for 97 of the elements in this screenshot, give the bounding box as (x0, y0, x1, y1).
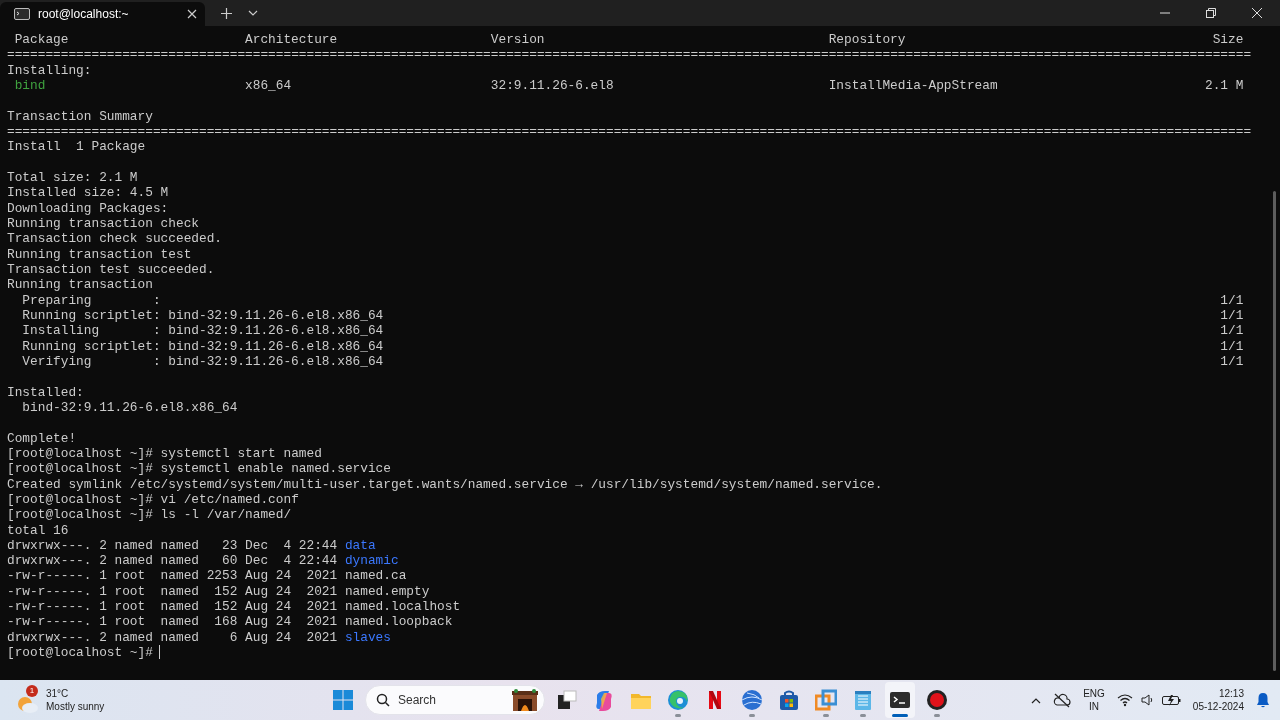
progress-step: Running scriptlet: bind-32:9.11.26-6.el8.x86_64 (22, 307, 384, 324)
terminal-tab[interactable]: root@localhost:~ (0, 2, 205, 26)
progress-count: 1/1 (1220, 353, 1244, 370)
column-header: Size (1212, 32, 1244, 48)
output-line: Downloading Packages: (7, 200, 169, 216)
output-line: Running transaction test (7, 246, 192, 262)
weather-widget[interactable]: 1 (16, 685, 40, 715)
output-line: bind-32:9.11.26-6.el8.x86_64 (21, 399, 238, 415)
task-view-icon (556, 689, 578, 711)
close-icon (187, 9, 197, 19)
output-line: Install 1 Package (7, 139, 146, 155)
record-icon (926, 689, 948, 711)
plus-icon (221, 7, 232, 19)
chevron-up-icon (1031, 696, 1042, 704)
table-cell: bind (14, 78, 46, 94)
progress-count: 1/1 (1220, 307, 1244, 324)
close-tab-button[interactable] (187, 9, 197, 19)
table-cell: x86_64 (245, 78, 292, 94)
output-line: Total size: 2.1 M (7, 169, 138, 185)
terminal-icon (889, 689, 911, 711)
battery-charging-icon (1161, 692, 1181, 708)
file-name: named.localhost (344, 599, 461, 615)
file-details: -rw-r-----. 1 root named 152 Aug 24 2021 (7, 583, 338, 599)
notification-badge: 1 (26, 685, 38, 697)
clock[interactable]: 12:13 05-12-2024 (1192, 687, 1244, 713)
globe-icon (741, 689, 763, 711)
directory-name: data (344, 537, 376, 553)
date-text: 05-12-2024 (1192, 700, 1244, 713)
file-details: -rw-r-----. 1 root named 2253 Aug 24 2021 (7, 568, 338, 584)
separator-line: ================================================================================================================================================================== (7, 123, 1252, 139)
output-line: Installed: (7, 384, 84, 400)
output-line: Created symlink /etc/systemd/system/multi-user.target.wants/named.service → /usr/lib/systemd/system/named.service. (7, 476, 883, 492)
search-field[interactable]: Search (365, 685, 545, 715)
progress-step: Verifying : bind-32:9.11.26-6.el8.x86_64 (22, 353, 384, 370)
command-line: [root@localhost ~]# (7, 645, 153, 661)
notepad-icon (852, 689, 874, 711)
fireplace-icon (512, 689, 538, 711)
output-line: Transaction test succeeded. (7, 261, 215, 277)
progress-count: 1/1 (1220, 323, 1244, 339)
terminal-icon (14, 7, 30, 21)
time-text: 12:13 (1217, 687, 1244, 700)
separator-line: ================================================================================================================================================================== (7, 47, 1252, 63)
file-name: named.empty (344, 583, 430, 599)
column-header: Version (490, 32, 545, 48)
command-line: [root@localhost ~]# vi /etc/named.conf (7, 491, 299, 507)
command-line: [root@localhost ~]# ls -l /var/named/ (7, 507, 292, 523)
output-line: Installed size: 4.5 M (7, 185, 169, 201)
command-line: [root@localhost ~]# systemctl enable named.service (7, 461, 391, 477)
progress-count: 1/1 (1220, 338, 1244, 354)
search-icon (376, 693, 390, 707)
chevron-down-icon (248, 9, 258, 17)
output-line: Running transaction (7, 277, 153, 293)
show-hidden-icons-button[interactable] (1031, 696, 1042, 704)
file-name: named.loopback (344, 614, 453, 630)
overlapping-squares-icon (815, 689, 837, 711)
progress-count: 1/1 (1220, 292, 1244, 308)
scrollbar[interactable] (1273, 191, 1276, 671)
file-details: drwxrwx---. 2 named named 60 Dec 4 22:44 (7, 553, 338, 569)
progress-step: Preparing : (22, 292, 161, 308)
progress-step: Running scriptlet: bind-32:9.11.26-6.el8.x86_64 (22, 338, 384, 354)
file-details: drwxrwx---. 2 named named 23 Dec 4 22:44 (7, 537, 338, 553)
directory-name: slaves (344, 629, 391, 645)
language-indicator[interactable]: ENG IN (1083, 687, 1105, 713)
file-details: -rw-r-----. 1 root named 152 Aug 24 2021 (7, 599, 338, 615)
system-tray-button[interactable] (1116, 692, 1181, 708)
table-cell: InstallMedia-AppStream (828, 78, 998, 94)
temperature: 31°C (46, 687, 70, 700)
wifi-icon (1116, 693, 1133, 707)
table-cell: 2.1 M (1204, 78, 1244, 94)
store-bag-icon (778, 689, 800, 711)
output-line: Transaction Summary (7, 108, 153, 124)
output-line: total 16 (7, 522, 69, 538)
column-header: Repository (828, 32, 906, 48)
output-line: Transaction check succeeded. (7, 231, 223, 247)
progress-step: Installing : bind-32:9.11.26-6.el8.x86_64 (22, 323, 384, 339)
swirl-app-icon (593, 689, 615, 711)
directory-name: dynamic (344, 553, 399, 569)
file-details: drwxrwx---. 2 named named 6 Aug 24 2021 (7, 629, 338, 645)
bell-icon[interactable] (1256, 692, 1270, 708)
table-cell: 32:9.11.26-6.el8 (490, 78, 614, 94)
cloud-off-icon[interactable] (1053, 692, 1072, 708)
weather-condition: Mostly sunny (46, 700, 105, 713)
output-line: Running transaction check (7, 215, 199, 231)
column-header: Architecture (245, 32, 338, 48)
output-line: Installing: (7, 62, 92, 78)
close-icon (1252, 8, 1262, 18)
file-name: named.ca (344, 568, 407, 584)
browser-icon (667, 689, 689, 711)
column-header: Package (14, 32, 69, 48)
speaker-icon (1140, 693, 1154, 707)
taskbar-app[interactable] (885, 682, 915, 718)
command-line: [root@localhost ~]# systemctl start named (7, 445, 322, 461)
restore-icon (1206, 8, 1216, 18)
tab-title: root@localhost:~ (38, 6, 130, 23)
file-details: -rw-r-----. 1 root named 168 Aug 24 2021 (7, 614, 338, 630)
windows-icon (333, 690, 353, 710)
output-line: Complete! (7, 430, 77, 446)
